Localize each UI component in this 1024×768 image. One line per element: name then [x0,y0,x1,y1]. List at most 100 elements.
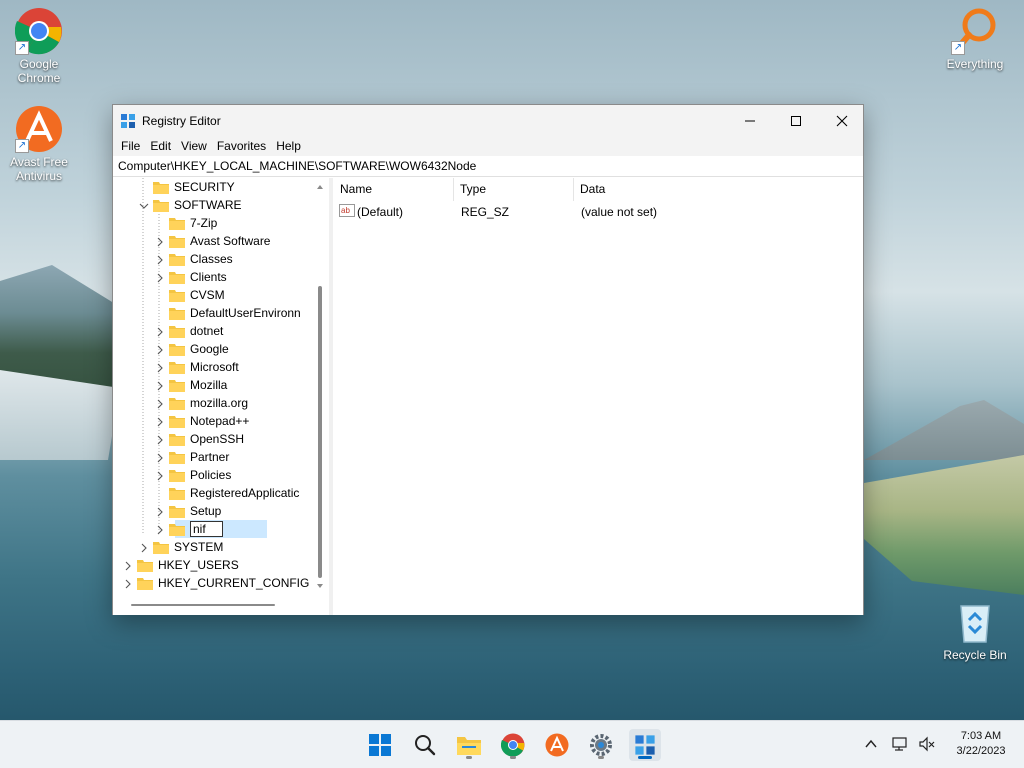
chevron-right-icon[interactable] [123,578,133,589]
column-type[interactable]: Type [453,178,486,201]
chevron-right-icon[interactable] [139,542,149,553]
taskbar-avast[interactable] [541,729,573,761]
chevron-right-icon[interactable] [155,452,165,463]
tree-node[interactable]: Mozilla [155,376,227,394]
chevron-right-icon[interactable] [123,560,133,571]
tree-node-label: Google [190,342,229,356]
registry-editor-icon [635,735,655,755]
scrollbar-track [317,185,323,588]
tree-node[interactable]: HKEY_USERS [123,556,239,574]
close-button[interactable] [819,105,865,136]
folder-icon [169,451,185,464]
taskbar-chrome[interactable] [497,729,529,761]
tree-node[interactable]: DefaultUserEnvironn [155,304,301,322]
tree-node[interactable]: Policies [155,466,231,484]
chevron-down-icon[interactable] [139,200,149,210]
chevron-right-icon[interactable] [155,326,165,337]
minimize-button[interactable] [727,105,773,136]
chevron-right-icon[interactable] [155,398,165,409]
title-bar[interactable]: Registry Editor [113,105,863,136]
folder-icon [169,361,185,374]
taskbar-registry-editor[interactable] [629,729,661,761]
address-bar[interactable]: Computer\HKEY_LOCAL_MACHINE\SOFTWARE\WOW… [113,156,863,177]
tree-node-label: mozilla.org [190,396,249,410]
tree-node[interactable]: dotnet [155,322,223,340]
network-status[interactable] [892,736,910,755]
string-value-icon: ab [339,204,355,217]
network-icon [892,737,907,751]
menu-file[interactable]: File [117,139,144,153]
tree-horizontal-scrollbar[interactable] [113,597,313,613]
desktop-icon-chrome[interactable]: ↗ Google Chrome [1,7,77,85]
tree-node-label: SOFTWARE [174,198,242,212]
tree-node[interactable]: Avast Software [155,232,270,250]
tree-node[interactable]: 7-Zip [155,214,217,232]
volume-status[interactable] [918,736,936,755]
chevron-right-icon[interactable] [155,416,165,427]
rename-input[interactable]: nif [190,521,223,537]
folder-icon [169,433,185,446]
tree-vertical-scrollbar[interactable] [313,178,327,597]
tree-node[interactable]: CVSM [155,286,225,304]
tree-node[interactable]: SOFTWARE [139,196,242,214]
search-button[interactable] [409,729,441,761]
tree-node[interactable]: SECURITY [139,178,235,196]
tree-node[interactable]: RegisteredApplicatic [155,484,299,502]
tree-node-label: dotnet [190,324,224,338]
taskbar-file-explorer[interactable] [453,729,485,761]
chevron-right-icon[interactable] [155,362,165,373]
tree-node[interactable]: Notepad++ [155,412,249,430]
tree-node[interactable]: Clients [155,268,227,286]
tree-node[interactable]: OpenSSH [155,430,244,448]
chevron-right-icon[interactable] [155,524,165,535]
folder-icon [169,469,185,482]
taskbar-settings[interactable] [585,729,617,761]
tree-node[interactable]: Google [155,340,229,358]
menu-edit[interactable]: Edit [146,139,175,153]
chevron-right-icon[interactable] [155,272,165,283]
tree-node[interactable]: Classes [155,250,233,268]
desktop-icon-avast[interactable]: ↗ Avast Free Antivirus [1,105,77,183]
wallpaper-grass [864,455,1024,595]
tree-node[interactable]: Partner [155,448,229,466]
folder-icon [169,253,185,266]
column-name[interactable]: Name [333,178,372,201]
clock[interactable]: 7:03 AM 3/22/2023 [948,729,1014,759]
tree-node-label: Notepad++ [190,414,250,428]
scrollbar-track [131,604,275,606]
tree-node[interactable]: HKEY_CURRENT_CONFIG [123,574,309,592]
chevron-right-icon[interactable] [155,236,165,247]
tree-node[interactable]: SYSTEM [139,538,223,556]
tree-node-label: RegisteredApplicatic [190,486,300,500]
desktop-icon-recycle-bin[interactable]: Recycle Bin [937,598,1013,662]
menu-favorites[interactable]: Favorites [213,139,270,153]
tree-node[interactable]: Microsoft [155,358,239,376]
folder-icon [169,343,185,356]
tree-node[interactable]: Setup [155,502,221,520]
clock-date: 3/22/2023 [956,745,1006,757]
list-row[interactable]: ab (Default) REG_SZ (value not set) [333,202,863,222]
chevron-right-icon[interactable] [155,254,165,265]
menu-help[interactable]: Help [272,139,305,153]
clock-time: 7:03 AM [960,730,1002,742]
show-hidden-icons[interactable] [864,737,878,754]
chevron-right-icon[interactable] [155,506,165,517]
chevron-right-icon[interactable] [155,344,165,355]
maximize-button[interactable] [773,105,819,136]
tree-node[interactable]: nif [155,520,223,538]
chevron-right-icon[interactable] [155,380,165,391]
chevron-right-icon[interactable] [155,470,165,481]
folder-icon [169,487,185,500]
tree-node[interactable]: mozilla.org [155,394,248,412]
menu-view[interactable]: View [177,139,211,153]
folder-icon [169,235,185,248]
start-button[interactable] [364,729,396,761]
chevron-right-icon[interactable] [155,434,165,445]
maximize-icon [791,115,801,126]
column-data[interactable]: Data [573,178,605,201]
window-title: Registry Editor [142,113,221,128]
desktop-icon-everything[interactable]: ↗ Everything [937,7,1013,71]
tree-node-label: Mozilla [190,378,228,392]
